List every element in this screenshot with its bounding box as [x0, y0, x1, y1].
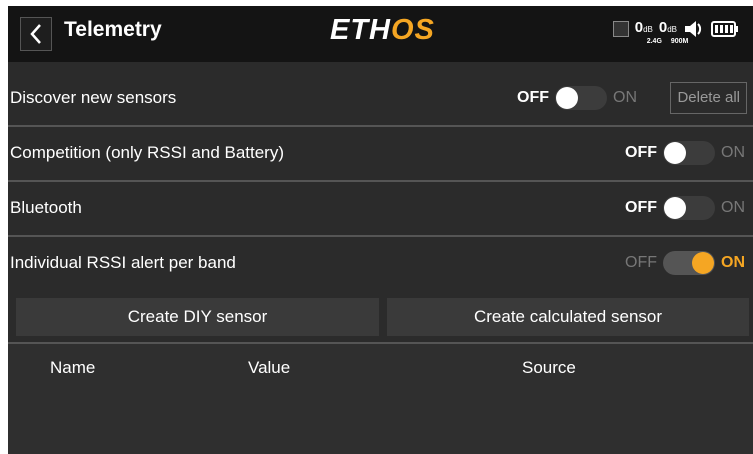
rssi-24g-unit: dB	[643, 25, 653, 34]
row-rssi-alert: Individual RSSI alert per band OFF ON	[8, 237, 753, 291]
module-status-icon	[612, 21, 629, 37]
status-area: 0dB 2.4G 0dB 900M	[612, 19, 739, 45]
toggle-off-text: OFF	[517, 89, 549, 106]
toggle-track[interactable]	[555, 86, 607, 110]
delete-all-button[interactable]: Delete all	[670, 82, 747, 114]
toggle-track[interactable]	[663, 251, 715, 275]
bluetooth-toggle[interactable]: OFF ON	[625, 196, 745, 220]
rssi-24g: 0dB 2.4G	[634, 19, 662, 45]
toggle-knob	[664, 197, 686, 219]
rssi-alert-toggle[interactable]: OFF ON	[625, 251, 745, 275]
toggle-knob	[664, 142, 686, 164]
discover-sensors-toggle[interactable]: OFF ON	[517, 86, 637, 110]
ethos-logo: ETHOS	[330, 14, 435, 47]
column-header-name: Name	[50, 358, 96, 377]
create-diy-sensor-button[interactable]: Create DIY sensor	[16, 298, 379, 336]
telemetry-screen: Telemetry ETHOS 0dB 2.4G 0dB 900M Discover…	[8, 6, 753, 454]
toggle-on-text: ON	[721, 199, 745, 216]
discover-sensors-label: Discover new sensors	[10, 88, 177, 107]
battery-icon	[711, 21, 738, 37]
toggle-track[interactable]	[663, 141, 715, 165]
bluetooth-label: Bluetooth	[10, 198, 82, 217]
rssi-900m-band: 900M	[670, 38, 689, 45]
logo-accent: OS	[391, 14, 435, 46]
logo-main: ETH	[330, 14, 391, 46]
rssi-24g-band: 2.4G	[646, 38, 662, 45]
toggle-on-text: ON	[613, 89, 637, 106]
competition-toggle[interactable]: OFF ON	[625, 141, 745, 165]
rssi-24g-value: 0	[634, 19, 644, 36]
toggle-off-text: OFF	[625, 144, 657, 161]
toggle-on-text: ON	[721, 254, 745, 271]
toggle-knob	[556, 87, 578, 109]
toggle-track[interactable]	[663, 196, 715, 220]
row-competition: Competition (only RSSI and Battery) OFF …	[8, 127, 753, 181]
header-bar: Telemetry ETHOS 0dB 2.4G 0dB 900M	[8, 6, 753, 62]
row-bluetooth: Bluetooth OFF ON	[8, 182, 753, 236]
competition-label: Competition (only RSSI and Battery)	[10, 143, 285, 162]
sensor-table: Name Value Source	[8, 344, 753, 454]
column-header-source: Source	[522, 358, 576, 377]
create-calculated-sensor-button[interactable]: Create calculated sensor	[387, 298, 749, 336]
row-discover-sensors: Discover new sensors OFF ON Delete all	[8, 72, 753, 126]
page-title: Telemetry	[64, 18, 162, 41]
toggle-on-text: ON	[721, 144, 745, 161]
back-chevron-icon	[30, 24, 41, 44]
rssi-alert-label: Individual RSSI alert per band	[10, 253, 236, 272]
rssi-900m-unit: dB	[667, 25, 677, 34]
toggle-knob	[692, 252, 714, 274]
column-header-value: Value	[248, 358, 291, 377]
rssi-900m: 0dB 900M	[658, 19, 689, 45]
rssi-900m-value: 0	[658, 19, 668, 36]
toggle-off-text: OFF	[625, 199, 657, 216]
toggle-off-text: OFF	[625, 254, 657, 271]
back-button[interactable]	[20, 17, 52, 51]
